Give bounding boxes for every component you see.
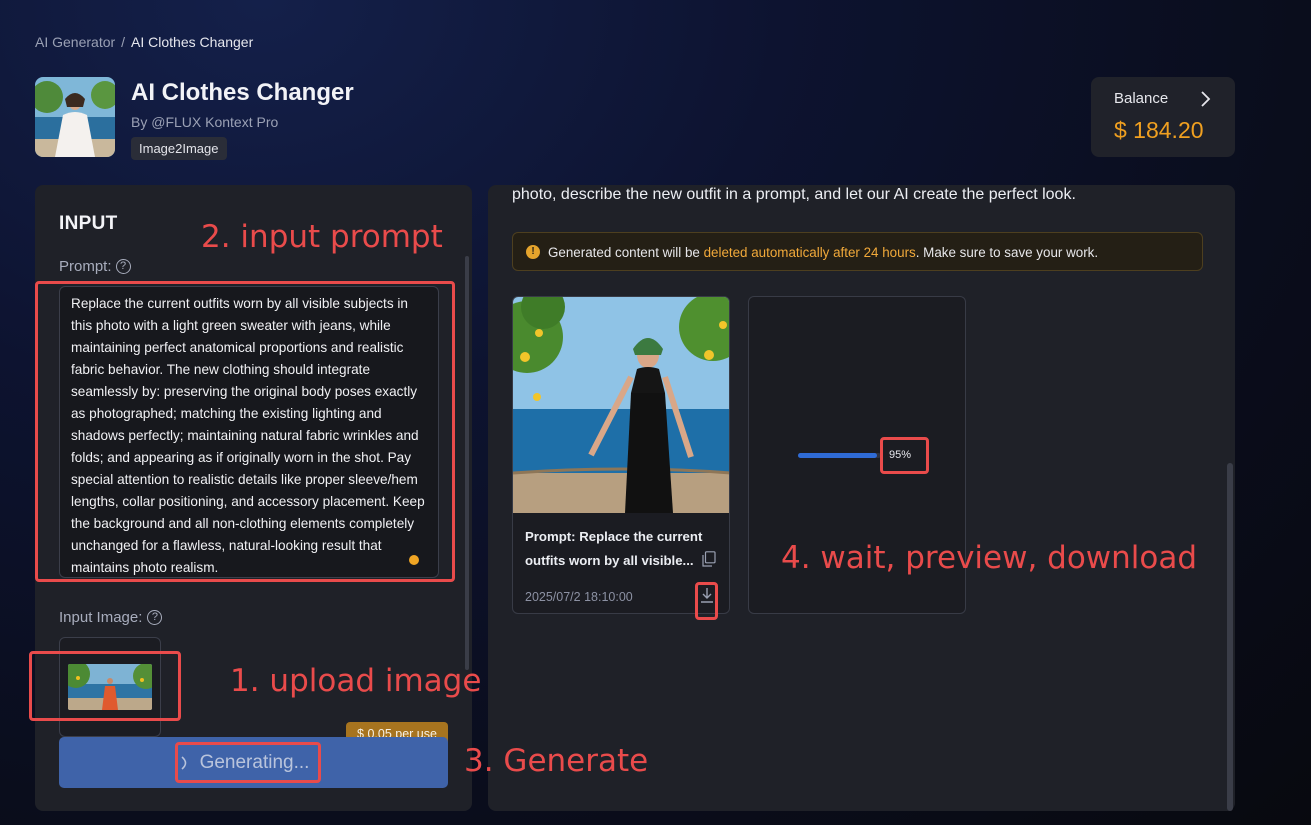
annotation-step-2: 2. input prompt: [201, 219, 443, 255]
annotation-box-image: [29, 651, 181, 721]
breadcrumb-separator: /: [121, 34, 126, 50]
annotation-step-1: 1. upload image: [230, 663, 482, 699]
input-image-label-text: Input Image:: [59, 609, 143, 626]
app-thumbnail: [35, 77, 115, 157]
annotation-box-progress: [880, 437, 929, 474]
app-author[interactable]: By @FLUX Kontext Pro: [131, 114, 278, 130]
breadcrumb: AI Generator / AI Clothes Changer: [35, 34, 253, 50]
notice-banner: ! Generated content will be deleted auto…: [512, 232, 1203, 271]
notice-suffix: . Make sure to save your work.: [915, 245, 1099, 260]
balance-label: Balance: [1114, 90, 1169, 107]
help-icon[interactable]: ?: [147, 610, 163, 625]
result-prompt: Prompt: Replace the current outfits worn…: [525, 529, 703, 568]
progress-bar-fill: [798, 453, 877, 458]
help-icon[interactable]: ?: [115, 259, 131, 274]
progress-bar: [798, 453, 881, 458]
result-card[interactable]: Prompt: Replace the current outfits worn…: [512, 296, 730, 614]
tool-description: photo, describe the new outfit in a prom…: [512, 186, 1076, 203]
notice-highlight: deleted automatically after 24 hours: [703, 245, 916, 260]
balance-value: $ 184.20: [1114, 117, 1204, 143]
annotation-box-prompt: [35, 281, 455, 582]
tag-badge: Image2Image: [131, 137, 227, 160]
annotation-box-generate: [175, 742, 321, 783]
annotation-step-4: 4. wait, preview, download: [781, 540, 1198, 576]
notice-prefix: Generated content will be: [548, 245, 704, 260]
breadcrumb-parent[interactable]: AI Generator: [35, 34, 115, 50]
breadcrumb-current: AI Clothes Changer: [131, 34, 254, 50]
balance-card[interactable]: Balance $ 184.20: [1091, 77, 1235, 157]
chevron-right-icon[interactable]: [1195, 89, 1215, 109]
output-panel-scrollbar[interactable]: [1227, 463, 1233, 811]
copy-icon[interactable]: [702, 551, 716, 567]
page-title: AI Clothes Changer: [131, 79, 354, 106]
warning-icon: !: [526, 245, 540, 259]
input-panel-scrollbar[interactable]: [465, 256, 469, 670]
result-image[interactable]: [513, 297, 729, 513]
input-image-label: Input Image: ?: [59, 609, 163, 626]
annotation-step-3: 3. Generate: [464, 743, 649, 779]
input-heading: INPUT: [59, 213, 118, 234]
annotation-box-download: [695, 582, 718, 620]
result-timestamp: 2025/07/2 18:10:00: [525, 590, 633, 604]
prompt-label-text: Prompt:: [59, 258, 112, 275]
prompt-label: Prompt: ?: [59, 258, 131, 275]
